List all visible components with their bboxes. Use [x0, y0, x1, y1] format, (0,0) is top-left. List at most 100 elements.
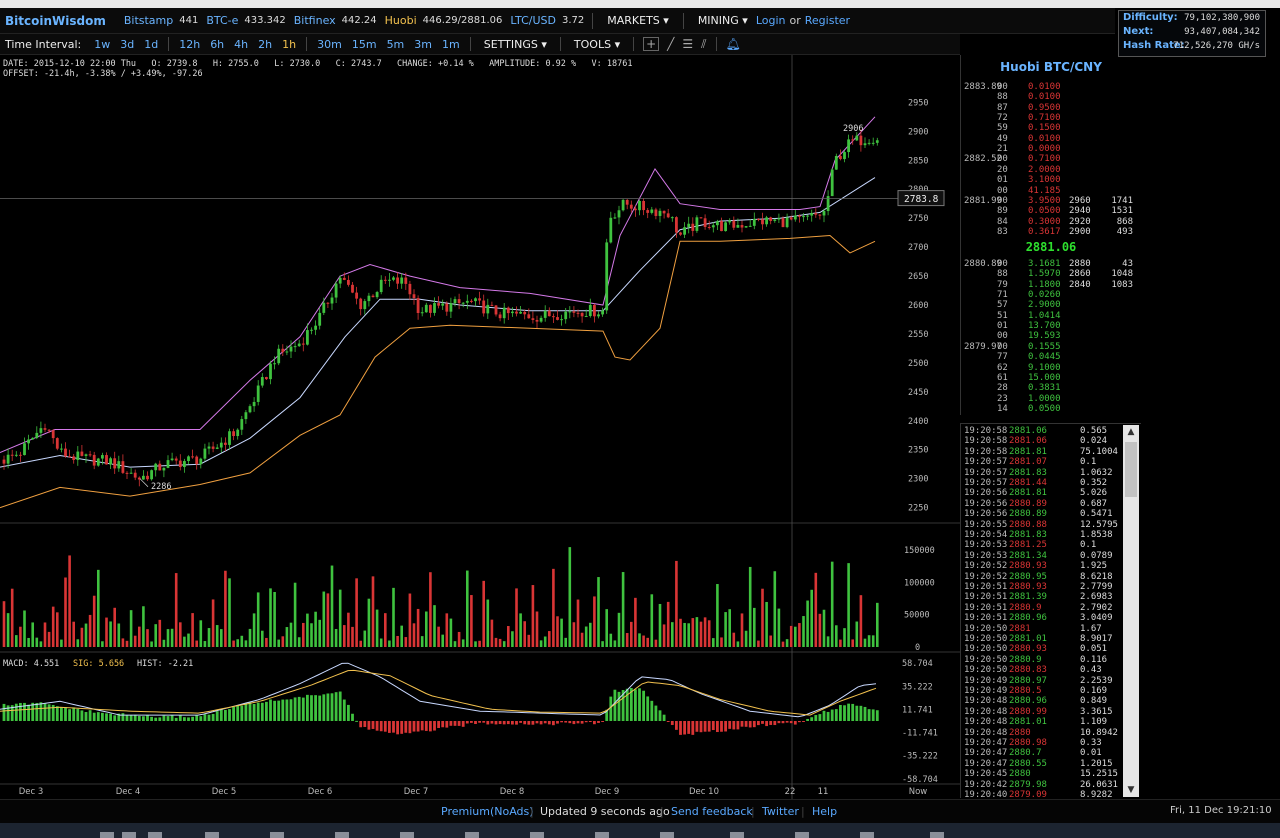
trade-time: 19:20:51: [964, 602, 1008, 613]
macd-histogram-bar: [199, 716, 203, 721]
exchange-price: 433.342: [244, 15, 286, 26]
alert-bell-icon[interactable]: 🔔︎: [726, 37, 741, 51]
interval-1w[interactable]: 1w: [94, 38, 110, 51]
taskbar-app-icon[interactable]: [530, 832, 544, 838]
recent-trades-list[interactable]: 19:20:58 2881.06 0.565 19:20:58 2881.06 0.024…: [960, 423, 1141, 798]
site-logo[interactable]: BitcoinWisdom: [5, 14, 106, 28]
interval-1m[interactable]: 1m: [442, 38, 460, 51]
time-axis-label: Dec 7: [404, 787, 429, 797]
exchange-link[interactable]: Bitfinex: [294, 14, 336, 27]
taskbar-app-icon[interactable]: [930, 832, 944, 838]
candle-body: [228, 431, 231, 445]
macd-histogram-bar: [646, 696, 650, 721]
macd-histogram-bar: [650, 700, 654, 721]
taskbar-app-icon[interactable]: [730, 832, 744, 838]
trade-price: 2881.81: [1009, 446, 1047, 457]
macd-histogram-bar: [465, 721, 469, 724]
taskbar-app-icon[interactable]: [400, 832, 414, 838]
twitter-link[interactable]: Twitter: [762, 805, 799, 818]
taskbar-app-icon[interactable]: [335, 832, 349, 838]
candle-body: [552, 316, 555, 318]
exchange-link[interactable]: Huobi: [385, 14, 417, 27]
volume-bar: [470, 595, 473, 647]
interval-1h[interactable]: 1h: [282, 38, 296, 51]
macd-histogram-bar: [375, 721, 379, 731]
macd-histogram-bar: [543, 721, 547, 724]
interval-4h[interactable]: 4h: [234, 38, 248, 51]
candle-body: [441, 303, 445, 306]
macd-histogram-bar: [855, 705, 859, 721]
trade-time: 19:20:49: [964, 686, 1008, 696]
next-value: 93,407,084,342: [1184, 27, 1260, 37]
interval-30m[interactable]: 30m: [317, 38, 342, 51]
price-chart[interactable]: 2950290028502800275027002650260025502500…: [0, 55, 960, 799]
markets-menu[interactable]: MARKETS ▾: [607, 14, 669, 27]
premium-link[interactable]: Premium(NoAds): [441, 805, 534, 818]
exchange-link[interactable]: BTC-e: [206, 14, 238, 27]
macd-histogram-bar: [506, 721, 510, 725]
candle-body: [453, 299, 457, 304]
macd-histogram-bar: [121, 713, 125, 721]
taskbar-app-icon[interactable]: [660, 832, 674, 838]
taskbar-app-icon[interactable]: [148, 832, 162, 838]
interval-6h[interactable]: 6h: [210, 38, 224, 51]
macd-histogram-bar: [412, 721, 416, 732]
candle-body: [871, 142, 875, 144]
ob-amount: 0.3831: [1028, 383, 1061, 394]
ohlc-info-line: DATE: 2015-12-10 22:00 Thu O: 2739.8 H: …: [3, 59, 632, 69]
macd-histogram-bar: [142, 716, 145, 721]
interval-3m[interactable]: 3m: [414, 38, 432, 51]
feedback-link[interactable]: Send feedback: [671, 805, 753, 818]
ob-amount: 41.185: [1028, 185, 1061, 196]
line-tool-icon[interactable]: ╱: [667, 37, 674, 51]
candle-body: [543, 310, 547, 318]
fib-tool-icon[interactable]: ⫽: [701, 37, 706, 52]
scroll-down-icon[interactable]: ▼: [1123, 783, 1139, 797]
candle-body: [539, 317, 543, 322]
taskbar-app-icon[interactable]: [860, 832, 874, 838]
macd-histogram-bar: [474, 721, 477, 725]
taskbar-app-icon[interactable]: [270, 832, 284, 838]
volume-tick: 50000: [904, 611, 930, 621]
trade-time: 19:20:56: [964, 498, 1008, 509]
taskbar-app-icon[interactable]: [795, 832, 809, 838]
macd-histogram-bar: [256, 702, 260, 721]
scroll-up-icon[interactable]: ▲: [1123, 425, 1139, 439]
scroll-thumb[interactable]: [1125, 442, 1137, 497]
taskbar-app-icon[interactable]: [465, 832, 479, 838]
taskbar-app-icon[interactable]: [122, 832, 136, 838]
interval-12h[interactable]: 12h: [179, 38, 200, 51]
trade-amount: 0.0789: [1080, 550, 1113, 561]
order-book-row: 01 13.700: [964, 321, 1138, 331]
interval-1d[interactable]: 1d: [144, 38, 158, 51]
trade-amount: 0.687: [1080, 498, 1108, 509]
taskbar-app-icon[interactable]: [595, 832, 609, 838]
trades-scrollbar[interactable]: ▲ ▼: [1123, 425, 1139, 797]
login-link[interactable]: Login: [756, 14, 786, 27]
trade-price: 2880.96: [1009, 613, 1047, 624]
volume-bar: [646, 637, 649, 647]
horizontal-lines-tool-icon[interactable]: ☰: [682, 37, 693, 51]
taskbar-app-icon[interactable]: [205, 832, 219, 838]
volume-bar: [437, 626, 440, 647]
ob-price-tail: 01: [997, 321, 1008, 332]
crosshair-tool-icon[interactable]: +: [643, 37, 660, 51]
ob-price-tail: 20: [997, 164, 1008, 175]
help-link[interactable]: Help: [812, 805, 837, 818]
interval-2h[interactable]: 2h: [258, 38, 272, 51]
volume-bar: [568, 547, 572, 647]
mining-menu[interactable]: MINING ▾: [698, 14, 748, 27]
candle-body: [342, 277, 346, 280]
macd-histogram-bar: [429, 721, 432, 732]
tools-menu[interactable]: TOOLS ▾: [574, 38, 620, 51]
interval-5m[interactable]: 5m: [387, 38, 405, 51]
candle-body: [88, 454, 92, 456]
exchange-link[interactable]: LTC/USD: [510, 14, 556, 27]
settings-menu[interactable]: SETTINGS ▾: [484, 38, 547, 51]
interval-15m[interactable]: 15m: [352, 38, 377, 51]
interval-3d[interactable]: 3d: [120, 38, 134, 51]
register-link[interactable]: Register: [805, 14, 850, 27]
taskbar-app-icon[interactable]: [100, 832, 114, 838]
exchange-link[interactable]: Bitstamp: [124, 14, 173, 27]
macd-histogram-bar: [191, 716, 194, 721]
